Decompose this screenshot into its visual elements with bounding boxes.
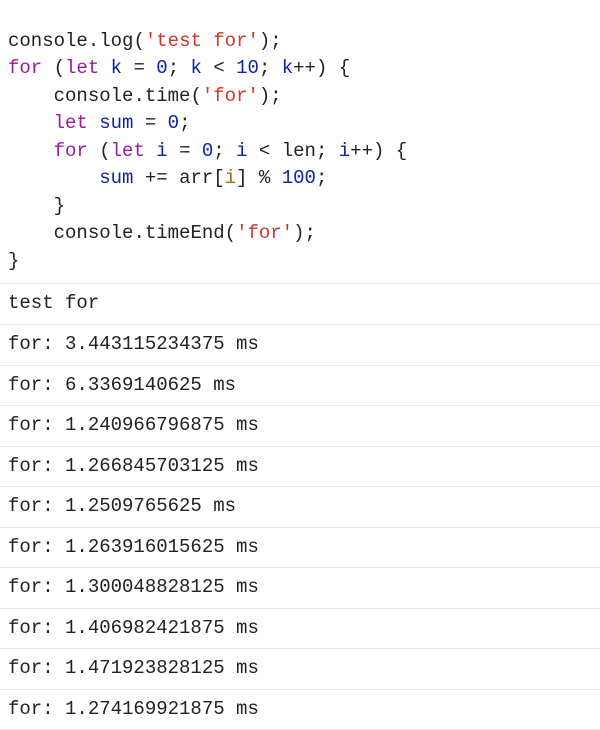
code-token: k [111,57,122,79]
code-token: [ [213,167,224,189]
code-token: console [54,222,134,244]
code-token: ( [99,140,110,162]
code-token: 'for' [202,85,259,107]
code-token: ; [316,167,327,189]
code-token: sum [99,112,133,134]
console-output-line: for: 1.274169921875 ms [0,690,600,730]
code-token: ); [259,85,282,107]
code-token: ); [259,30,282,52]
code-token: 0 [202,140,213,162]
code-token: ( [225,222,236,244]
code-token: len [282,140,316,162]
console-output-line: for: 1.2509765625 ms [0,487,600,528]
code-token: for [8,57,42,79]
code-token: ] [236,167,247,189]
code-token: let [54,112,88,134]
code-token: time [145,85,191,107]
code-token: console [8,30,88,52]
code-token: k [191,57,202,79]
code-token: = [179,140,190,162]
code-token: ; [259,57,270,79]
code-token: ); [293,222,316,244]
code-token: i [236,140,247,162]
console-output-line: for: 1.263916015625 ms [0,528,600,569]
console-output-line: for: 3.443115234375 ms [0,325,600,366]
code-token: . [133,85,144,107]
code-token: } [54,195,65,217]
code-token: for [54,140,88,162]
code-token: = [133,57,144,79]
code-token: arr [179,167,213,189]
code-token: ; [168,57,179,79]
code-token: 100 [282,167,316,189]
code-token: 0 [168,112,179,134]
code-token: < [213,57,224,79]
code-token: ++ [350,140,373,162]
code-token: ; [316,140,327,162]
code-token: ; [179,112,190,134]
code-token: ( [54,57,65,79]
code-block: console.log('test for'); for (let k = 0;… [0,0,600,284]
code-token: ( [133,30,144,52]
console-output-line: for: 1.266845703125 ms [0,447,600,488]
code-token: log [99,30,133,52]
code-token: 'test for' [145,30,259,52]
code-token: ) { [373,140,407,162]
code-token: ( [190,85,201,107]
code-token: i [339,140,350,162]
code-token: console [54,85,134,107]
code-token: . [133,222,144,244]
code-token: 0 [156,57,167,79]
console-output: test for for: 3.443115234375 ms for: 6.3… [0,284,600,730]
code-token: ) { [316,57,350,79]
code-token: ++ [293,57,316,79]
code-token: timeEnd [145,222,225,244]
console-output-line: for: 6.3369140625 ms [0,366,600,407]
code-token: } [8,250,19,272]
code-token: ; [213,140,224,162]
code-token: i [225,167,236,189]
code-token: k [282,57,293,79]
code-token: let [111,140,145,162]
code-token: . [88,30,99,52]
console-output-line: for: 1.240966796875 ms [0,406,600,447]
code-token: 'for' [236,222,293,244]
code-token: let [65,57,99,79]
code-token: 10 [236,57,259,79]
code-token: += [145,167,168,189]
code-token: < [259,140,270,162]
code-token: i [156,140,167,162]
code-token: = [145,112,156,134]
console-output-header: test for [0,284,600,325]
code-token: sum [99,167,133,189]
console-output-line: for: 1.406982421875 ms [0,609,600,650]
console-output-line: for: 1.471923828125 ms [0,649,600,690]
code-token: % [259,167,270,189]
console-output-line: for: 1.300048828125 ms [0,568,600,609]
